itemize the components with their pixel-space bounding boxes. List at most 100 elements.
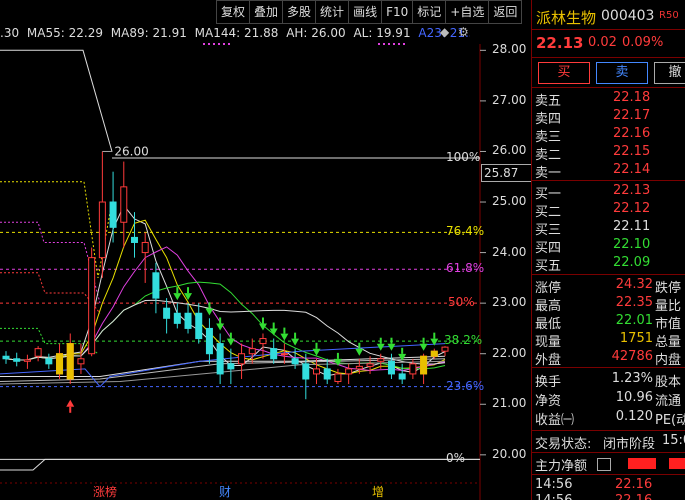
- sell-signal-arrow: [291, 338, 300, 346]
- ask-row[interactable]: 卖一 22.14: [535, 162, 685, 181]
- ask-row[interactable]: 卖四 22.17: [535, 108, 685, 127]
- lower-envelope-line: [0, 458, 480, 471]
- event-marker-increase[interactable]: 增: [372, 483, 384, 500]
- kline-chart-area[interactable]: 26.00 复权 叠加 多股 统计 画线 F10 标记 +自选 返回 .30 M…: [0, 0, 531, 500]
- candle-highlight: [420, 355, 428, 375]
- stat-label-2: PE(动: [655, 413, 685, 428]
- candle-body: [334, 373, 342, 383]
- mark-button[interactable]: 标记: [412, 0, 447, 24]
- bid-row[interactable]: 买二 22.12: [535, 201, 685, 220]
- ask-row[interactable]: 卖三 22.16: [535, 126, 685, 145]
- candle-body: [109, 201, 117, 228]
- stat-value: 22.35: [615, 295, 653, 310]
- stat-label-2: 市值: [655, 317, 682, 332]
- candle-body: [173, 312, 181, 324]
- stat-row: 最低 22.01 市值: [535, 313, 685, 332]
- event-marker-finance[interactable]: 财: [219, 483, 231, 500]
- candle-body: [345, 368, 353, 375]
- order-level-label: 买五: [535, 259, 562, 274]
- magenta-dash-band: [0, 221, 101, 304]
- order-level-price: 22.11: [613, 219, 651, 234]
- main-flow-label: 主力净额: [535, 459, 588, 474]
- tick-price: 22.16: [615, 477, 653, 492]
- stock-marker-num: 50: [665, 10, 679, 21]
- fib-level-label: 23.6%: [446, 378, 485, 393]
- fuquan-button[interactable]: 复权: [216, 0, 251, 24]
- fib-level-label: 61.8%: [446, 261, 485, 276]
- fib-level-label: 38.2%: [444, 333, 483, 348]
- candle-body: [398, 373, 406, 380]
- tick-price: 22.16: [615, 493, 652, 500]
- bid-row[interactable]: 买一 22.13: [535, 183, 685, 202]
- indicator-value: .30: [0, 26, 20, 40]
- ask-row[interactable]: 卖五 22.18: [535, 90, 685, 109]
- stat-row: 最高 22.35 量比: [535, 295, 685, 314]
- stat-label: 现量: [535, 335, 562, 350]
- order-level-price: 22.13: [613, 183, 651, 198]
- statistics-button[interactable]: 统计: [315, 0, 350, 24]
- overlay-button[interactable]: 叠加: [249, 0, 284, 24]
- buy-signal-arrow: [66, 399, 75, 407]
- indicator-settings-icon[interactable]: ⚙: [458, 25, 469, 39]
- fib-level-label: 50%: [448, 295, 475, 310]
- order-level-label: 卖五: [535, 94, 562, 109]
- stat-label-2: 股本: [655, 375, 682, 390]
- back-button[interactable]: 返回: [488, 0, 523, 24]
- candle-body: [280, 353, 288, 356]
- price-change-pct: 0.09%: [622, 35, 664, 50]
- stat-label-2: 流通: [655, 394, 682, 409]
- candle-body: [13, 358, 21, 362]
- order-level-label: 卖三: [535, 130, 562, 145]
- stat-value: 22.01: [615, 313, 653, 328]
- sell-button[interactable]: 卖: [596, 62, 648, 84]
- stat-value: 1751: [619, 331, 653, 346]
- indicator-prev-icon[interactable]: ◆: [440, 25, 449, 39]
- stat-value: 0.120: [615, 409, 653, 424]
- kline-chart[interactable]: 26.00: [0, 0, 531, 500]
- candle-body: [205, 327, 213, 355]
- candle-body: [248, 348, 256, 355]
- candle-body: [238, 353, 246, 365]
- sell-signal-arrow: [226, 338, 235, 346]
- chart-toolbar: 复权 叠加 多股 统计 画线 F10 标记 +自选 返回: [216, 0, 523, 24]
- trade-status-label: 交易状态:: [535, 437, 592, 452]
- order-level-label: 卖一: [535, 166, 562, 181]
- stat-row: 净资 10.96 流通: [535, 390, 685, 409]
- ask-row[interactable]: 卖二 22.15: [535, 144, 685, 163]
- tick-row: 14:56 22.16: [535, 493, 685, 500]
- indicator-bar: .30 MA55: 22.29 MA89: 21.91 MA144: 21.88…: [0, 26, 470, 42]
- stock-marker: R50: [659, 10, 679, 21]
- stat-label: 最高: [535, 299, 562, 314]
- event-marker-limit-up[interactable]: 涨榜: [93, 483, 117, 500]
- candle-highlight: [66, 343, 74, 380]
- add-watchlist-button[interactable]: +自选: [445, 0, 490, 24]
- stat-value: 24.32: [615, 277, 653, 292]
- order-level-price: 22.14: [613, 162, 651, 177]
- current-price-label: 25.87: [481, 164, 531, 182]
- stat-label: 换手: [535, 375, 562, 390]
- draw-line-button[interactable]: 画线: [348, 0, 383, 24]
- high-price-label: 26.00: [114, 144, 148, 158]
- stat-value: 42786: [611, 349, 653, 364]
- order-level-price: 22.17: [613, 108, 651, 123]
- bid-row[interactable]: 买四 22.10: [535, 237, 685, 256]
- buy-button[interactable]: 买: [538, 62, 590, 84]
- indicator-ah: AH: 26.00: [286, 26, 346, 40]
- trade-status-time: 15:0: [662, 433, 685, 448]
- candle-body: [2, 355, 10, 360]
- order-level-label: 买四: [535, 241, 562, 256]
- stat-label: 外盘: [535, 353, 562, 368]
- candle-body: [377, 358, 385, 362]
- stat-row: 外盘 42786 内盘: [535, 349, 685, 368]
- multi-stock-button[interactable]: 多股: [282, 0, 317, 24]
- y-tick-label: 20.00: [492, 446, 527, 461]
- bid-row[interactable]: 买三 22.11: [535, 219, 685, 238]
- bid-row[interactable]: 买五 22.09: [535, 255, 685, 274]
- main-flow-bar2: [669, 458, 685, 469]
- fib-level-label: 0%: [446, 451, 466, 466]
- tick-row: 14:56 22.16: [535, 477, 685, 494]
- order-level-label: 卖四: [535, 112, 562, 127]
- f10-button[interactable]: F10: [381, 0, 414, 24]
- fib-level-label: 100%: [446, 150, 481, 165]
- cancel-order-button[interactable]: 撤: [654, 62, 685, 84]
